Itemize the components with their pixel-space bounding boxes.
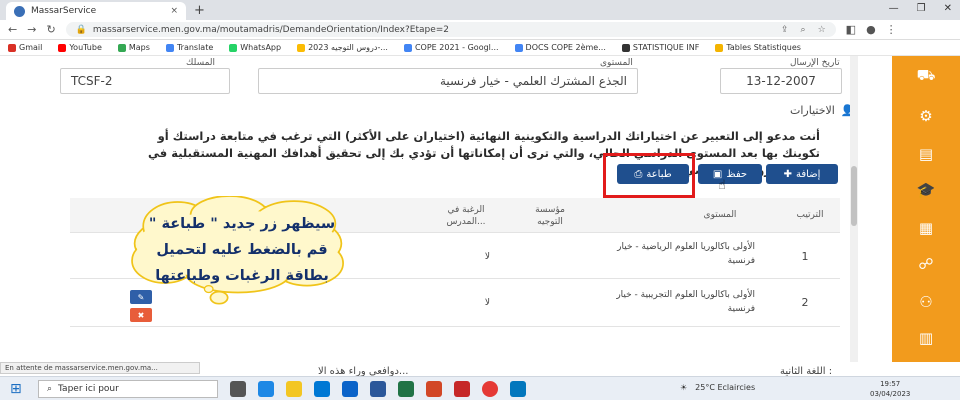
url-field[interactable]: 🔒 massarservice.men.gov.ma/moutamadris/D… (65, 22, 836, 37)
bookmark-item[interactable]: YouTube (58, 43, 102, 52)
lock-icon: 🔒 (75, 24, 87, 35)
maximize-icon[interactable]: ❐ (917, 3, 926, 14)
site-favicon-icon (14, 5, 25, 17)
tab-title: MassarService (31, 6, 97, 16)
row2-wish: لا (484, 298, 490, 308)
minimize-icon[interactable]: — (889, 3, 899, 14)
windows-start-icon[interactable]: ⊞ (10, 381, 22, 397)
plus-icon: ✚ (783, 168, 792, 180)
forward-icon[interactable]: → (27, 23, 36, 36)
row1-wish: لا (484, 252, 490, 262)
graduation-icon[interactable]: 🎓 (914, 180, 938, 200)
word-icon[interactable] (370, 381, 386, 397)
browser-status-bar: En attente de massarservice.men.gov.ma..… (0, 362, 200, 374)
file-icon[interactable]: ▥ (914, 328, 938, 348)
date-value: 13-12-2007 (746, 74, 816, 88)
reload-icon[interactable]: ↻ (46, 23, 55, 36)
task-view-icon[interactable] (230, 381, 246, 397)
share-icon[interactable]: ⇪ (781, 25, 789, 35)
edge-icon[interactable] (258, 381, 274, 397)
date-label: تاريخ الإرسال (790, 58, 840, 68)
mail-icon[interactable] (342, 381, 358, 397)
trash-icon: ✖ (137, 310, 145, 320)
settings-icon[interactable]: ⚙ (914, 106, 938, 126)
delete-button[interactable]: ✖ (130, 308, 152, 322)
bookmark-item[interactable]: COPE 2021 - Googl... (403, 43, 499, 52)
header-level: المستوى (703, 210, 737, 220)
powerpoint-icon[interactable] (426, 381, 442, 397)
add-button[interactable]: ✚ إضافة (766, 164, 838, 184)
level-field: الجذع المشترك العلمي - خيار فرنسية (258, 68, 638, 94)
search-icon: ⌕ (47, 384, 53, 394)
bookmark-item[interactable]: WhatsApp (229, 43, 281, 52)
url-text: massarservice.men.gov.ma/moutamadris/Dem… (92, 24, 450, 35)
document-icon[interactable]: ▤ (914, 144, 938, 164)
header-order: الترتيب (796, 210, 824, 220)
store-icon[interactable] (314, 381, 330, 397)
star-icon[interactable]: ☆ (818, 25, 826, 35)
zoom-icon[interactable]: ⌕ (801, 25, 806, 35)
weather-widget[interactable]: ☀ 25°C Eclaircies (680, 383, 755, 392)
bookmark-item[interactable]: Tables Statistiques (715, 43, 801, 52)
browser-tab[interactable]: MassarService × (6, 2, 186, 20)
new-tab-button[interactable]: + (194, 3, 205, 18)
network-icon[interactable]: ☍ (914, 254, 938, 274)
window-controls: — ❐ ✕ (889, 3, 952, 14)
print-highlight-box (603, 153, 695, 198)
row2-order: 2 (801, 296, 809, 309)
bookmark-item[interactable]: STATISTIQUE INF (621, 43, 699, 52)
bookmark-item[interactable]: Translate (165, 43, 213, 52)
bookmark-item[interactable]: Gmail (8, 43, 42, 52)
close-window-icon[interactable]: ✕ (944, 3, 952, 14)
hierarchy-icon[interactable]: ⚇ (914, 292, 938, 312)
windows-taskbar: ⊞ ⌕ Taper ici pour ☀ 25°C Eclaircies 19:… (0, 376, 960, 400)
header-wish: الرغبة في المدرس... (446, 205, 486, 227)
bookmark-item[interactable]: DOCS COPE 2ème... (514, 43, 606, 52)
code-value: TCSF-2 (71, 74, 113, 88)
menu-icon[interactable]: ⋮ (886, 23, 897, 36)
taskbar-search[interactable]: ⌕ Taper ici pour (38, 380, 218, 398)
level-label: المستوى (600, 58, 633, 68)
row2-level: الأولى باكالوريا العلوم التجريبية - خيار… (616, 290, 755, 314)
browser-tab-bar: MassarService × + — ❐ ✕ (0, 0, 960, 20)
save-button[interactable]: ▣ حفظ (698, 164, 762, 184)
chrome-icon[interactable] (482, 381, 498, 397)
bookmark-item[interactable]: Maps (117, 43, 150, 52)
page-scrollbar[interactable] (850, 56, 858, 362)
profile-avatar[interactable]: ● (866, 23, 876, 36)
right-sidebar: ⛟ ⚙ ▤ 🎓 ▦ ☍ ⚇ ▥ (892, 56, 960, 362)
mouse-cursor-icon: ☝ (718, 178, 726, 193)
scroll-thumb[interactable] (851, 166, 857, 226)
choices-section-title: الاختيارات 👤 (790, 104, 855, 117)
system-clock[interactable]: 19:57 03/04/2023 (870, 379, 910, 399)
header-institution: مؤسسة التوجيه (535, 205, 565, 227)
extensions-icon[interactable]: ◧ (846, 23, 856, 36)
level-value: الجذع المشترك العلمي - خيار فرنسية (439, 74, 627, 88)
code-field: TCSF-2 (60, 68, 230, 94)
bookmarks-bar: Gmail YouTube Maps Translate WhatsApp در… (0, 40, 960, 56)
app-icon[interactable] (510, 381, 526, 397)
bookmark-item[interactable]: دروس التوجيه 2023-... (297, 43, 388, 52)
row1-order: 1 (801, 250, 809, 263)
date-field: 13-12-2007 (720, 68, 842, 94)
weather-icon: ☀ (680, 383, 688, 392)
calendar-icon[interactable]: ▦ (914, 218, 938, 238)
tab-close-icon[interactable]: × (170, 6, 178, 16)
row1-level: الأولى باكالوريا العلوم الرياضية - خيار … (617, 242, 755, 266)
address-bar-row: ← → ↻ 🔒 massarservice.men.gov.ma/moutama… (0, 20, 960, 40)
back-icon[interactable]: ← (8, 23, 17, 36)
excel-icon[interactable] (398, 381, 414, 397)
callout-text: سيظهر زر جديد " طباعة " قم بالضغط عليه ل… (148, 216, 336, 284)
code-label: المسلك (186, 58, 216, 68)
row-divider (70, 326, 840, 327)
file-explorer-icon[interactable] (286, 381, 302, 397)
pdf-icon[interactable] (454, 381, 470, 397)
orientation-icon[interactable]: ⛟ (914, 66, 938, 86)
